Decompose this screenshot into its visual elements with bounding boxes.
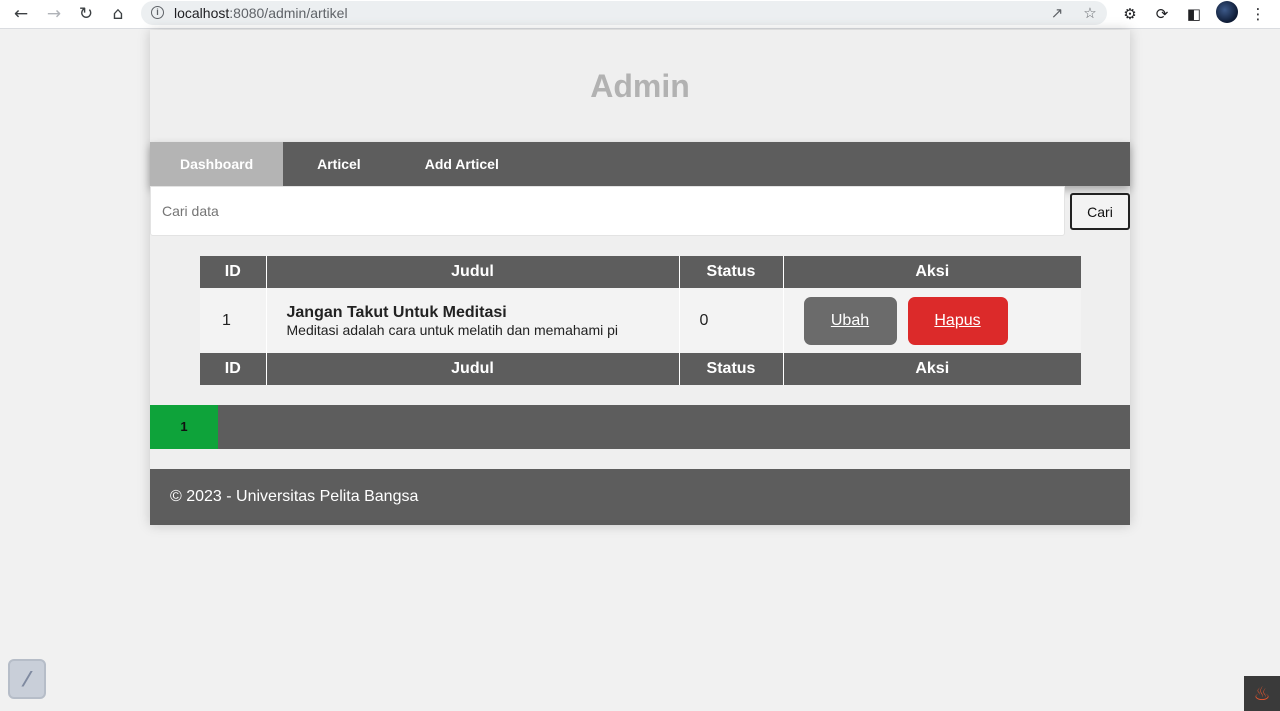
delete-button[interactable]: Hapus: [907, 296, 1008, 345]
home-icon[interactable]: ⌂: [106, 3, 130, 25]
footer-text: © 2023 - Universitas Pelita Bangsa: [170, 488, 419, 505]
search-form: Cari: [150, 186, 1130, 236]
floating-widget-icon[interactable]: ⁄: [8, 659, 46, 699]
article-excerpt: Meditasi adalah cara untuk melatih dan m…: [286, 321, 619, 338]
reload-icon[interactable]: ↻: [74, 3, 98, 25]
star-icon[interactable]: ☆: [1080, 3, 1100, 23]
article-title: Jangan Takut Untuk Meditasi: [286, 303, 507, 321]
nav-item-articel[interactable]: Articel: [283, 142, 395, 186]
puzzle-icon[interactable]: ⚙: [1119, 3, 1141, 25]
address-bar[interactable]: i localhost:8080/admin/artikel ↗ ☆: [141, 1, 1107, 25]
articles-table: ID Judul Status Aksi 1 Jangan Takut Untu…: [200, 256, 1081, 385]
search-button[interactable]: Cari: [1070, 193, 1130, 230]
share-icon[interactable]: ↗: [1047, 3, 1067, 23]
footer-status: Status: [678, 353, 783, 385]
table-footer-row: ID Judul Status Aksi: [200, 353, 1081, 385]
profile-avatar[interactable]: [1216, 1, 1238, 23]
forward-arrow-icon[interactable]: →: [42, 3, 66, 25]
footer-judul: Judul: [265, 353, 679, 385]
extension-icon[interactable]: ⟳: [1151, 3, 1173, 25]
header-id: ID: [200, 256, 266, 288]
cell-status: 0: [678, 288, 783, 353]
search-input[interactable]: [150, 186, 1065, 236]
browser-toolbar: ← → ↻ ⌂ i localhost:8080/admin/artikel ↗…: [0, 0, 1280, 29]
debug-toolbar-flame-icon[interactable]: ♨: [1244, 676, 1280, 711]
pagination: 1: [150, 405, 1130, 449]
cell-aksi: Ubah Hapus: [782, 288, 1081, 353]
edit-button[interactable]: Ubah: [803, 296, 897, 345]
header-judul: Judul: [265, 256, 679, 288]
footer-aksi: Aksi: [782, 353, 1081, 385]
table-header-row: ID Judul Status Aksi: [200, 256, 1081, 288]
back-arrow-icon[interactable]: ←: [9, 3, 33, 25]
cell-id: 1: [200, 288, 266, 353]
url-host: localhost: [174, 5, 230, 21]
header-status: Status: [678, 256, 783, 288]
url-text: localhost:8080/admin/artikel: [174, 5, 348, 21]
nav-item-add-articel[interactable]: Add Articel: [395, 142, 529, 186]
main-nav: Dashboard Articel Add Articel: [150, 142, 1130, 186]
cell-judul: Jangan Takut Untuk Meditasi Meditasi ada…: [265, 288, 679, 353]
page-container: Admin Dashboard Articel Add Articel Cari…: [150, 30, 1130, 525]
kebab-menu-icon[interactable]: ⋮: [1247, 3, 1269, 25]
page-footer: © 2023 - Universitas Pelita Bangsa: [150, 469, 1130, 525]
page-header: Admin: [150, 30, 1130, 142]
page-title: Admin: [590, 67, 690, 104]
table-wrapper: ID Judul Status Aksi 1 Jangan Takut Untu…: [150, 236, 1130, 405]
table-row: 1 Jangan Takut Untuk Meditasi Meditasi a…: [200, 288, 1081, 353]
info-icon[interactable]: i: [151, 6, 164, 19]
url-path: :8080/admin/artikel: [229, 5, 348, 21]
footer-id: ID: [200, 353, 266, 385]
page-link-1[interactable]: 1: [150, 405, 218, 449]
nav-item-dashboard[interactable]: Dashboard: [150, 142, 284, 186]
header-aksi: Aksi: [782, 256, 1081, 288]
sidebar-icon[interactable]: ◧: [1183, 3, 1205, 25]
